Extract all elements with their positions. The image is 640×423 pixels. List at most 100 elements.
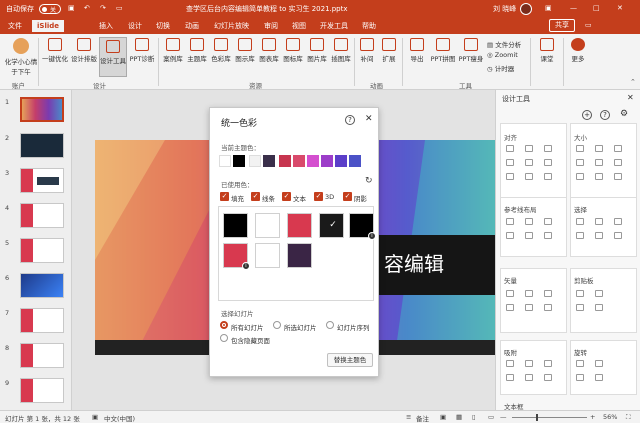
- tool-icon[interactable]: [525, 173, 533, 180]
- notes-icon[interactable]: ≡: [406, 413, 411, 421]
- normal-view-icon[interactable]: ▣: [440, 413, 446, 421]
- share-button[interactable]: 共享: [549, 19, 575, 32]
- zoom-level[interactable]: 56%: [603, 413, 617, 421]
- tool-icon[interactable]: [595, 360, 603, 367]
- language-indicator[interactable]: 中文(中国): [104, 413, 135, 423]
- tool-icon[interactable]: [506, 374, 514, 381]
- theme-color-swatch[interactable]: [219, 155, 231, 167]
- tool-icon[interactable]: [544, 173, 552, 180]
- tool-icon[interactable]: [576, 290, 584, 297]
- close-button[interactable]: ✕: [617, 4, 623, 12]
- ppt-slim-button[interactable]: PPT瘦身: [458, 38, 484, 63]
- tool-icon[interactable]: [506, 304, 514, 311]
- zoom-in-icon[interactable]: +: [590, 413, 595, 421]
- tool-icon[interactable]: [595, 218, 603, 225]
- thumbnail-slide-3[interactable]: [20, 168, 64, 193]
- design-tools-button[interactable]: 设计工具: [99, 37, 127, 77]
- used-color-swatch[interactable]: [287, 243, 312, 268]
- tab-view[interactable]: 视图: [292, 21, 306, 31]
- chart-library-button[interactable]: 图表库: [258, 38, 280, 63]
- tool-icon[interactable]: [506, 232, 514, 239]
- icon-library-button[interactable]: 图标库: [282, 38, 304, 63]
- thumbnail-slide-1[interactable]: [20, 97, 64, 122]
- undo-icon[interactable]: ↶: [84, 4, 90, 12]
- save-icon[interactable]: ▣: [68, 4, 75, 12]
- tool-icon[interactable]: [506, 145, 514, 152]
- tool-icon[interactable]: [525, 159, 533, 166]
- slide-title[interactable]: 容编辑: [384, 248, 444, 277]
- theme-color-swatch[interactable]: [307, 155, 319, 167]
- used-color-swatch[interactable]: [255, 213, 280, 238]
- thumbnail-slide-4[interactable]: [20, 203, 64, 228]
- theme-library-button[interactable]: 主题库: [186, 38, 208, 63]
- theme-color-swatch[interactable]: [321, 155, 333, 167]
- tool-icon[interactable]: [544, 360, 552, 367]
- diagram-library-button[interactable]: 图示库: [234, 38, 256, 63]
- avatar[interactable]: [520, 3, 532, 15]
- tool-icon[interactable]: [614, 159, 622, 166]
- tool-icon[interactable]: [525, 304, 533, 311]
- settings-icon[interactable]: ⚙: [620, 109, 628, 119]
- autosave-toggle[interactable]: 关: [39, 4, 61, 14]
- used-color-swatch[interactable]: ✓: [319, 213, 344, 238]
- tool-icon[interactable]: [506, 290, 514, 297]
- thumbnail-slide-6[interactable]: [20, 273, 64, 298]
- tool-icon[interactable]: [595, 374, 603, 381]
- zoom-out-icon[interactable]: —: [500, 413, 507, 421]
- tool-icon[interactable]: [525, 290, 533, 297]
- tool-icon[interactable]: [506, 173, 514, 180]
- text-checkbox[interactable]: ✓: [282, 192, 291, 201]
- course-button[interactable]: 课堂: [535, 38, 559, 63]
- help-icon[interactable]: ?: [345, 115, 355, 125]
- tool-icon[interactable]: [544, 232, 552, 239]
- tab-design[interactable]: 设计: [128, 21, 142, 31]
- redo-icon[interactable]: ↷: [100, 4, 106, 12]
- one-click-optimize-button[interactable]: 一键优化: [41, 38, 69, 63]
- image-library-button[interactable]: 图片库: [306, 38, 328, 63]
- tool-icon[interactable]: [595, 290, 603, 297]
- help-icon[interactable]: ?: [600, 110, 610, 120]
- notes-button[interactable]: 备注: [416, 413, 429, 423]
- 3d-checkbox[interactable]: ✓: [314, 192, 323, 201]
- theme-color-swatch[interactable]: [293, 155, 305, 167]
- close-icon[interactable]: ✕: [365, 114, 373, 124]
- zoom-slider-thumb[interactable]: [536, 414, 538, 421]
- minimize-button[interactable]: —: [570, 4, 577, 12]
- slideshow-icon[interactable]: ▭: [488, 413, 494, 421]
- accessibility-icon[interactable]: ▣: [92, 413, 98, 421]
- refresh-icon[interactable]: ↻: [365, 176, 373, 186]
- theme-color-swatch[interactable]: [279, 155, 291, 167]
- tool-icon[interactable]: [595, 304, 603, 311]
- theme-color-swatch[interactable]: [249, 155, 261, 167]
- zoom-slider[interactable]: [512, 417, 587, 418]
- tool-icon[interactable]: [544, 145, 552, 152]
- more-button[interactable]: 更多: [567, 38, 589, 63]
- tool-icon[interactable]: [544, 159, 552, 166]
- illustration-library-button[interactable]: 插图库: [330, 38, 352, 63]
- thumbnail-slide-5[interactable]: [20, 238, 64, 263]
- slide-sorter-icon[interactable]: ▦: [456, 413, 462, 421]
- line-checkbox[interactable]: ✓: [251, 192, 260, 201]
- color-library-button[interactable]: 色彩库: [210, 38, 232, 63]
- theme-color-swatch[interactable]: [349, 155, 361, 167]
- tool-icon[interactable]: [525, 360, 533, 367]
- tab-insert[interactable]: 插入: [99, 21, 113, 31]
- file-analysis-button[interactable]: ▤ 文件分析: [487, 39, 521, 49]
- tool-icon[interactable]: [544, 290, 552, 297]
- present-icon[interactable]: ▭: [116, 4, 123, 12]
- used-color-swatch[interactable]: i: [223, 243, 250, 270]
- tool-icon[interactable]: [595, 173, 603, 180]
- extend-button[interactable]: 扩展: [379, 38, 399, 63]
- shadow-checkbox[interactable]: ✓: [343, 192, 352, 201]
- maximize-button[interactable]: □: [593, 4, 600, 12]
- thumbnail-slide-8[interactable]: [20, 343, 64, 368]
- tool-icon[interactable]: [525, 232, 533, 239]
- slide-sequence-radio[interactable]: [326, 321, 334, 329]
- tool-icon[interactable]: [506, 218, 514, 225]
- ppt-diagnose-button[interactable]: PPT诊断: [128, 38, 156, 63]
- tab-transitions[interactable]: 切换: [156, 21, 170, 31]
- tab-review[interactable]: 审阅: [264, 21, 278, 31]
- tab-slideshow[interactable]: 幻灯片放映: [214, 21, 249, 31]
- tool-icon[interactable]: [576, 232, 584, 239]
- tool-icon[interactable]: [544, 218, 552, 225]
